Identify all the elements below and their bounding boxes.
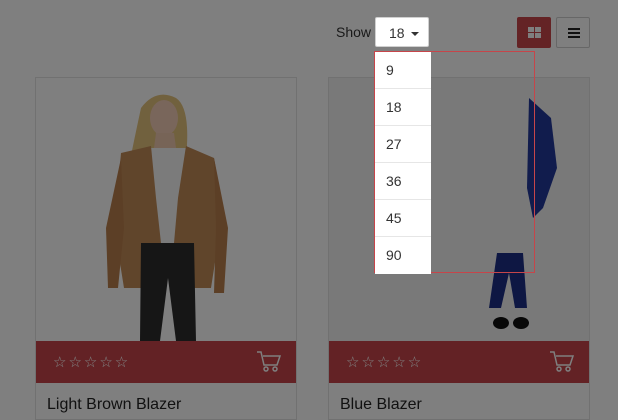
page-size-option[interactable]: 90 [375,237,431,274]
page-size-option[interactable]: 27 [375,126,431,163]
caret-down-icon [411,32,419,36]
page-size-select-focused[interactable]: 18 [375,17,429,47]
page-size-option[interactable]: 18 [375,89,431,126]
page-size-dropdown: 18 9 18 27 36 45 90 [0,0,618,420]
page-size-option[interactable]: 45 [375,200,431,237]
page-size-menu: 9 18 27 36 45 90 [375,52,431,274]
page-size-option[interactable]: 36 [375,163,431,200]
page-size-option[interactable]: 9 [375,52,431,89]
page-size-value: 18 [389,25,405,41]
